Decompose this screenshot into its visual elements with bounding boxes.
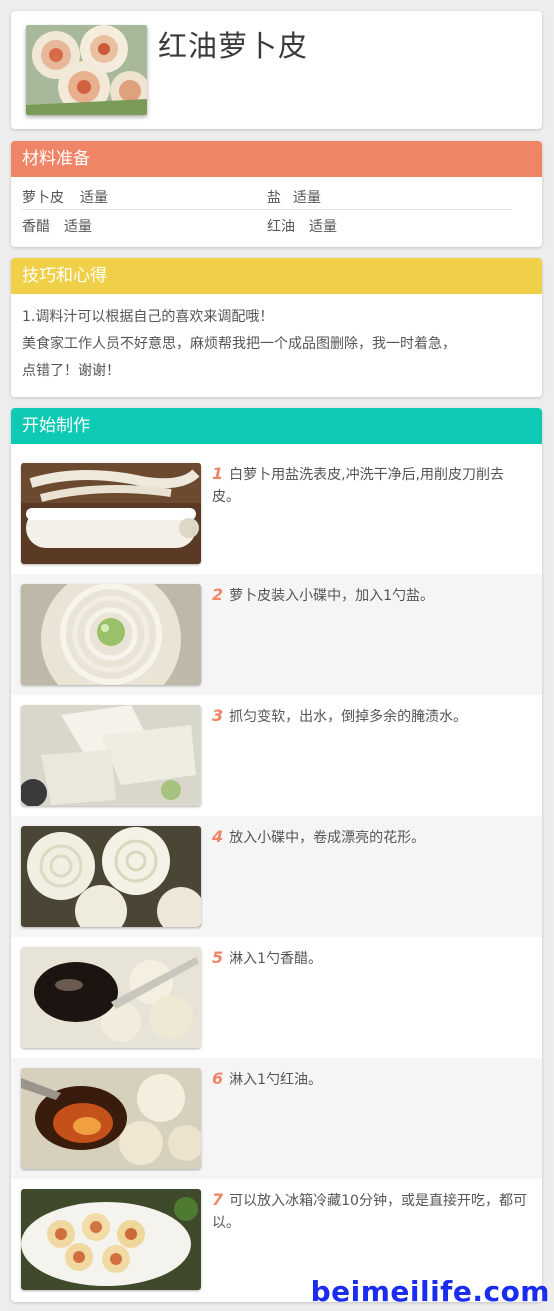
step-number: 1	[212, 464, 224, 483]
tip-line: 1.调料汁可以根据自己的喜欢来调配哦！	[22, 309, 274, 325]
ingredient-name: 红油	[267, 219, 295, 235]
steps-header: 开始制作	[11, 408, 542, 444]
ingredient-qty: 适量	[293, 190, 321, 206]
site-watermark: beimeilife.com	[310, 1275, 550, 1308]
step-text: 4 放入小碟中，卷成漂亮的花形。	[212, 826, 532, 849]
step-photo[interactable]	[21, 463, 201, 564]
ingredient-qty: 适量	[64, 219, 92, 235]
ingredient-qty: 适量	[309, 219, 337, 235]
ingredients-header: 材料准备	[11, 141, 542, 177]
step-description: 白萝卜用盐洗表皮,冲洗干净后,用削皮刀削去皮。	[212, 467, 505, 505]
ingredient-row: 香醋 适量 红油 适量	[22, 210, 512, 239]
step-item: 6 淋入1勺红油。	[11, 1058, 542, 1179]
ingredient-qty: 适量	[80, 190, 108, 206]
ingredient-name: 萝卜皮	[22, 190, 64, 206]
ingredient-row: 萝卜皮 适量 盐 适量	[22, 181, 512, 210]
step-photo[interactable]	[21, 1068, 201, 1169]
step-photo[interactable]	[21, 584, 201, 685]
step-item: 3 抓匀变软，出水，倒掉多余的腌渍水。	[11, 695, 542, 816]
tip-line: 美食家工作人员不好意思，麻烦帮我把一个成品图删除，我一时着急，	[22, 336, 456, 352]
recipe-header-card: 红油萝卜皮	[11, 11, 542, 129]
recipe-title: 红油萝卜皮	[158, 29, 309, 63]
tips-body: 1.调料汁可以根据自己的喜欢来调配哦！ 美食家工作人员不好意思，麻烦帮我把一个成…	[11, 294, 542, 385]
ingredient-name: 盐	[267, 190, 281, 206]
step-description: 淋入1勺香醋。	[229, 951, 323, 967]
step-item: 5 淋入1勺香醋。	[11, 937, 542, 1058]
step-text: 5 淋入1勺香醋。	[212, 947, 532, 970]
step-text: 7 可以放入冰箱冷藏10分钟，或是直接开吃，都可以。	[212, 1189, 532, 1234]
steps-section: 开始制作 1 白萝卜用盐洗表皮,冲洗干净后,用削皮刀削去皮。 2 萝卜皮装入小碟…	[11, 408, 542, 1302]
step-text: 2 萝卜皮装入小碟中，加入1勺盐。	[212, 584, 532, 607]
step-description: 抓匀变软，出水，倒掉多余的腌渍水。	[229, 709, 468, 725]
step-number: 4	[212, 827, 224, 846]
step-number: 3	[212, 706, 224, 725]
step-item: 4 放入小碟中，卷成漂亮的花形。	[11, 816, 542, 937]
step-number: 6	[212, 1069, 224, 1088]
tips-section: 技巧和心得 1.调料汁可以根据自己的喜欢来调配哦！ 美食家工作人员不好意思，麻烦…	[11, 258, 542, 397]
recipe-cover-image[interactable]	[26, 25, 147, 115]
step-item: 1 白萝卜用盐洗表皮,冲洗干净后,用削皮刀削去皮。	[11, 453, 542, 574]
tip-line: 点错了！谢谢！	[22, 363, 120, 379]
step-description: 放入小碟中，卷成漂亮的花形。	[229, 830, 426, 846]
step-description: 可以放入冰箱冷藏10分钟，或是直接开吃，都可以。	[212, 1193, 527, 1231]
step-text: 1 白萝卜用盐洗表皮,冲洗干净后,用削皮刀削去皮。	[212, 463, 532, 508]
step-description: 萝卜皮装入小碟中，加入1勺盐。	[229, 588, 435, 604]
step-item: 2 萝卜皮装入小碟中，加入1勺盐。	[11, 574, 542, 695]
step-description: 淋入1勺红油。	[229, 1072, 323, 1088]
step-number: 5	[212, 948, 224, 967]
ingredient-name: 香醋	[22, 219, 50, 235]
ingredients-section: 材料准备 萝卜皮 适量 盐 适量 香醋 适量 红油 适量	[11, 141, 542, 247]
step-photo[interactable]	[21, 947, 201, 1048]
step-photo[interactable]	[21, 1189, 201, 1290]
step-photo[interactable]	[21, 826, 201, 927]
step-number: 7	[212, 1190, 224, 1209]
step-text: 6 淋入1勺红油。	[212, 1068, 532, 1091]
tips-header: 技巧和心得	[11, 258, 542, 294]
step-text: 3 抓匀变软，出水，倒掉多余的腌渍水。	[212, 705, 532, 728]
step-photo[interactable]	[21, 705, 201, 806]
step-number: 2	[212, 585, 224, 604]
